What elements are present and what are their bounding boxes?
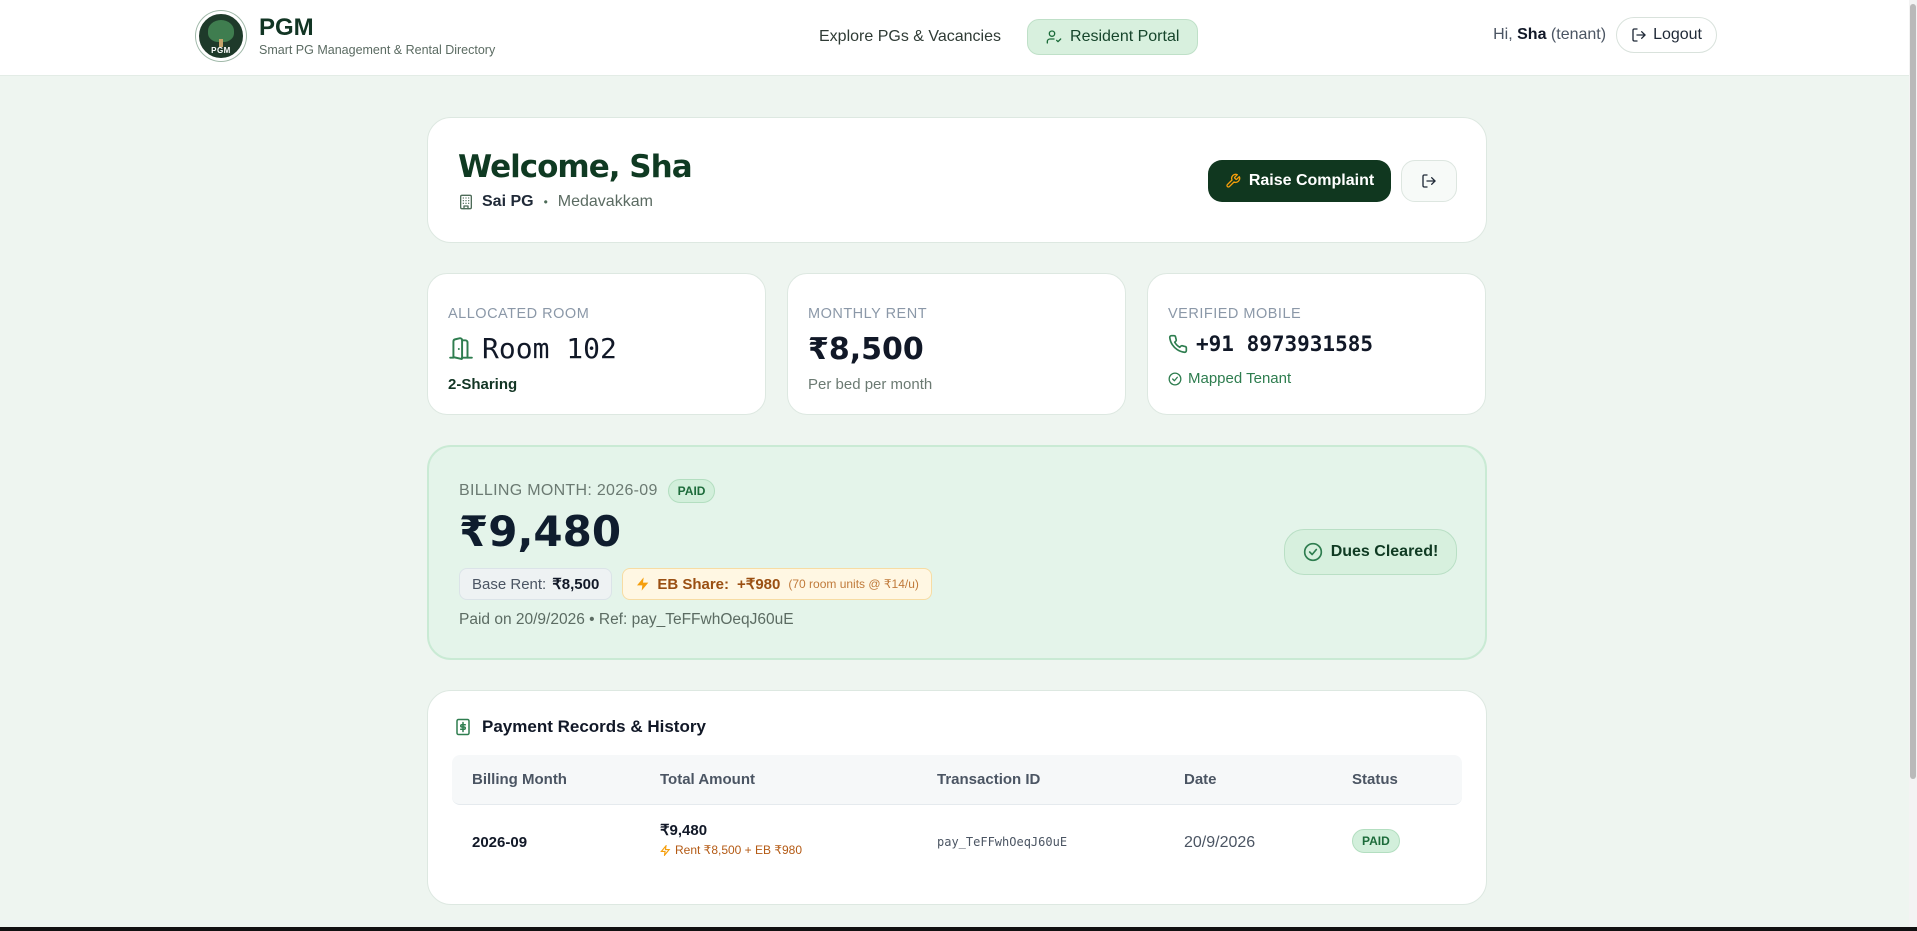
pg-name: Sai PG: [482, 193, 534, 210]
room-sharing: 2-Sharing: [448, 376, 518, 393]
billing-month: BILLING MONTH: 2026-09: [459, 482, 658, 499]
payment-reference: Paid on 20/9/2026 • Ref: pay_TeFFwhOeqJ6…: [459, 611, 794, 628]
pg-area: Medavakkam: [557, 193, 653, 210]
col-status: Status: [1352, 771, 1398, 788]
raise-complaint-label: Raise Complaint: [1248, 172, 1375, 189]
logo-text: PGM: [211, 46, 231, 55]
user-role: (tenant): [1550, 26, 1607, 43]
eb-share-chip: EB Share: +₹980 (70 room units @ ₹14/u): [622, 568, 932, 600]
raise-complaint-button[interactable]: Raise Complaint: [1208, 160, 1391, 202]
nav-resident-portal-label: Resident Portal: [1070, 28, 1180, 45]
pg-location: Sai PG • Medavakkam: [458, 193, 653, 211]
row-date: 20/9/2026: [1184, 834, 1256, 851]
table-row[interactable]: 2026-09 ₹9,480 Rent ₹8,500 + EB ₹980 pay…: [452, 805, 1462, 881]
row-total: ₹9,480: [660, 822, 708, 839]
col-transaction-id: Transaction ID: [937, 771, 1041, 788]
nav-explore-link[interactable]: Explore PGs & Vacancies: [807, 19, 1013, 55]
row-status-cell: PAID: [1352, 829, 1400, 853]
payment-history-card: Payment Records & History Billing Month …: [427, 690, 1487, 905]
check-circle-icon: [1303, 542, 1322, 562]
status-badge: PAID: [667, 479, 716, 503]
verified-mobile-value: +91 8973931585: [1196, 332, 1374, 356]
exit-button[interactable]: [1401, 160, 1457, 202]
dues-cleared-badge: Dues Cleared!: [1284, 529, 1457, 575]
logout-button[interactable]: Logout: [1616, 17, 1717, 53]
base-rent-value: ₹8,500: [552, 576, 600, 593]
phone-icon: [1168, 334, 1188, 354]
base-rent-label: Base Rent:: [472, 576, 547, 593]
monthly-rent-card: MONTHLY RENT ₹8,500 Per bed per month: [787, 273, 1126, 415]
user-area: Hi, Sha (tenant) Logout: [1493, 17, 1717, 53]
monthly-rent-value: ₹8,500: [808, 332, 924, 367]
eb-share-value: +₹980: [737, 576, 781, 593]
brand-tagline: Smart PG Management & Rental Directory: [259, 43, 496, 57]
lightning-icon: [637, 577, 649, 591]
row-breakdown: Rent ₹8,500 + EB ₹980: [660, 843, 802, 857]
dues-cleared-label: Dues Cleared!: [1330, 543, 1439, 560]
row-breakdown-text: Rent ₹8,500 + EB ₹980: [675, 843, 803, 857]
building-icon: [460, 194, 472, 210]
scrollbar-thumb[interactable]: [1910, 4, 1916, 779]
wrench-icon: [1226, 173, 1241, 188]
eb-share-label: EB Share:: [657, 575, 730, 593]
verified-mobile-card: VERIFIED MOBILE +91 8973931585 Mapped Te…: [1147, 273, 1486, 415]
main-nav: Explore PGs & Vacancies Resident Portal: [807, 19, 1199, 55]
eb-share-detail: (70 room units @ ₹14/u): [788, 577, 919, 591]
payment-history-label: Payment Records & History: [482, 717, 706, 736]
bottom-edge: [0, 927, 1917, 931]
col-date: Date: [1184, 771, 1217, 788]
receipt-icon: [456, 718, 470, 736]
user-check-icon: [1046, 30, 1062, 44]
row-transaction-id: pay_TeFFwhOeqJ60uE: [937, 835, 1068, 849]
nav-resident-portal[interactable]: Resident Portal: [1027, 19, 1199, 55]
table-header: Billing Month Total Amount Transaction I…: [452, 755, 1462, 805]
row-total-cell: ₹9,480 Rent ₹8,500 + EB ₹980: [660, 821, 802, 857]
mapped-tenant: Mapped Tenant: [1168, 370, 1291, 387]
user-name: Sha: [1517, 26, 1547, 43]
greeting-prefix: Hi,: [1493, 26, 1513, 43]
logout-label: Logout: [1653, 26, 1702, 43]
monthly-rent-label: MONTHLY RENT: [808, 306, 928, 322]
rent-basis: Per bed per month: [808, 376, 933, 393]
welcome-card: Welcome, Sha Sai PG • Medavakkam Raise C…: [427, 117, 1487, 243]
allocated-room-card: ALLOCATED ROOM Room 102 2-Sharing: [427, 273, 766, 415]
allocated-room-value: Room 102: [482, 332, 617, 365]
logout-icon: [1632, 28, 1646, 42]
payment-table: Billing Month Total Amount Transaction I…: [452, 755, 1462, 881]
scrollbar[interactable]: [1909, 0, 1917, 931]
col-total-amount: Total Amount: [660, 771, 755, 788]
brand[interactable]: PGM PGM Smart PG Management & Rental Dir…: [196, 11, 495, 61]
base-rent-chip: Base Rent: ₹8,500: [459, 568, 613, 600]
sign-out-icon: [1422, 174, 1436, 188]
payment-history-title: Payment Records & History: [454, 717, 706, 737]
top-navbar: PGM PGM Smart PG Management & Rental Dir…: [0, 0, 1917, 76]
location-separator: •: [543, 195, 548, 209]
logo: PGM: [196, 11, 246, 61]
check-circle-icon: [1168, 372, 1182, 385]
verified-mobile-label: VERIFIED MOBILE: [1168, 306, 1302, 322]
user-greeting: Hi, Sha (tenant): [1493, 26, 1606, 44]
door-icon: [449, 336, 473, 360]
row-status-badge: PAID: [1352, 829, 1400, 853]
mapped-tenant-label: Mapped Tenant: [1188, 370, 1292, 387]
col-billing-month: Billing Month: [472, 771, 567, 788]
lightning-icon: [660, 844, 671, 856]
row-month: 2026-09: [472, 834, 528, 851]
welcome-title: Welcome, Sha: [458, 149, 693, 185]
brand-name: PGM: [259, 14, 314, 41]
billing-card: BILLING MONTH: 2026-09 PAID ₹9,480 Base …: [427, 445, 1487, 660]
allocated-room-label: ALLOCATED ROOM: [448, 306, 590, 322]
billing-amount: ₹9,480: [459, 507, 622, 556]
